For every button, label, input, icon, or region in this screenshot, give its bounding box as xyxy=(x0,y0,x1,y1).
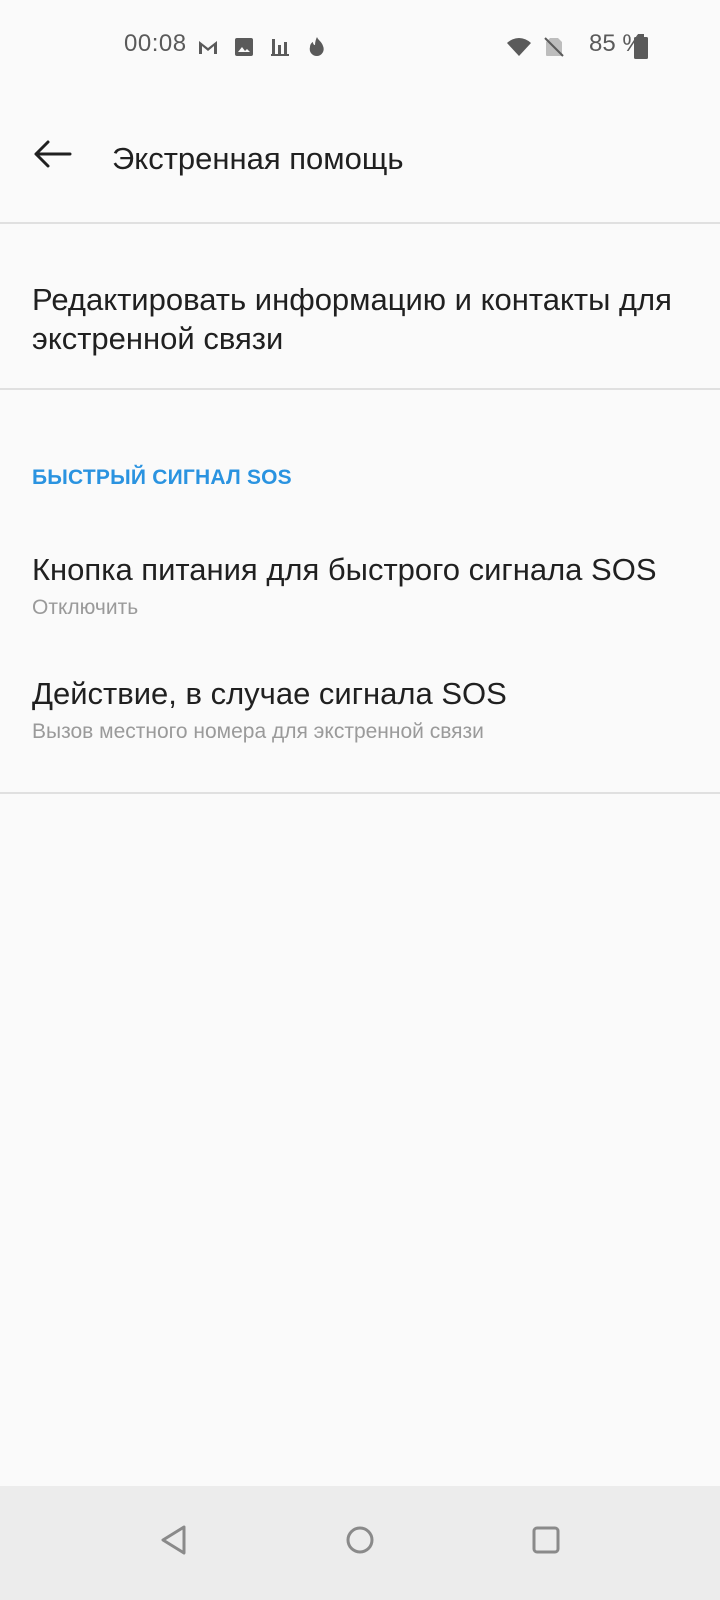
edit-emergency-info-label: Редактировать информацию и контакты для … xyxy=(32,282,672,356)
nav-home-icon xyxy=(345,1525,375,1560)
power-button-sos-status: Отключить xyxy=(32,596,139,619)
image-icon xyxy=(232,35,256,59)
nav-back-icon xyxy=(159,1524,189,1561)
status-time: 00:08 xyxy=(124,30,187,57)
page-title: Экстренная помощь xyxy=(112,141,404,176)
battery-icon xyxy=(633,34,657,59)
sos-action-value: Вызов местного номера для экстренной свя… xyxy=(32,720,484,743)
chart-icon xyxy=(268,35,292,59)
app-bar: Экстренная помощь xyxy=(0,96,720,224)
status-bar: 00:08 85 % xyxy=(0,0,720,96)
fire-icon xyxy=(305,35,329,59)
nav-back-button[interactable] xyxy=(148,1516,200,1568)
no-sim-icon xyxy=(542,35,566,59)
nav-home-button[interactable] xyxy=(334,1516,386,1568)
navigation-bar xyxy=(0,1486,720,1600)
section-header-sos: БЫСТРЫЙ СИГНАЛ SOS xyxy=(32,466,292,489)
nav-recents-icon xyxy=(531,1525,561,1560)
wifi-icon xyxy=(506,35,531,59)
edit-emergency-info-item[interactable]: Редактировать информацию и контакты для … xyxy=(0,224,720,390)
arrow-back-icon xyxy=(32,139,72,174)
power-button-sos-title: Кнопка питания для быстрого сигнала SOS xyxy=(32,552,657,587)
back-button[interactable] xyxy=(20,124,84,188)
power-button-sos-item[interactable]: Кнопка питания для быстрого сигнала SOS … xyxy=(0,528,720,652)
sos-action-item[interactable]: Действие, в случае сигнала SOS Вызов мес… xyxy=(0,652,720,794)
nav-recents-button[interactable] xyxy=(520,1516,572,1568)
sos-action-title: Действие, в случае сигнала SOS xyxy=(32,676,507,711)
gmail-icon xyxy=(196,35,220,59)
